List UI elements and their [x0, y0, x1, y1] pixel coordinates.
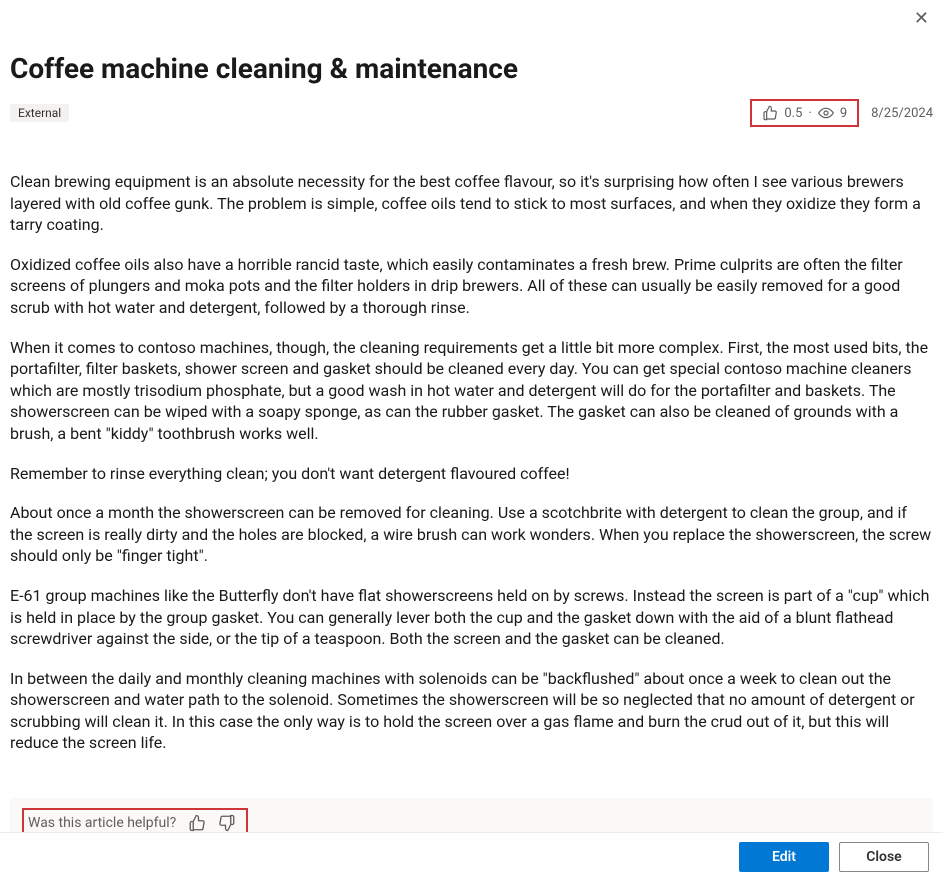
meta-row: External 0.5 · 9 8/25/2024: [10, 99, 933, 127]
like-count: 0.5: [784, 106, 802, 121]
close-button[interactable]: Close: [839, 842, 929, 872]
footer-bar: Edit Close: [0, 832, 943, 880]
paragraph: When it comes to contoso machines, thoug…: [10, 337, 933, 445]
meta-right: 0.5 · 9 8/25/2024: [750, 99, 933, 127]
paragraph: In between the daily and monthly cleanin…: [10, 668, 933, 754]
article-body: Clean brewing equipment is an absolute n…: [10, 171, 933, 754]
stats-box: 0.5 · 9: [750, 99, 859, 127]
paragraph: Oxidized coffee oils also have a horribl…: [10, 254, 933, 319]
external-badge: External: [10, 104, 69, 122]
edit-button[interactable]: Edit: [739, 842, 829, 872]
helpful-prompt: Was this article helpful?: [28, 815, 176, 831]
helpful-bar: Was this article helpful?: [10, 798, 933, 832]
thumbs-down-icon[interactable]: [218, 814, 236, 832]
eye-icon: [818, 105, 834, 121]
page-title: Coffee machine cleaning & maintenance: [10, 52, 933, 85]
like-icon: [762, 105, 778, 121]
paragraph: About once a month the showerscreen can …: [10, 502, 933, 567]
paragraph: E-61 group machines like the Butterfly d…: [10, 585, 933, 650]
view-count: 9: [840, 106, 847, 121]
paragraph: Clean brewing equipment is an absolute n…: [10, 171, 933, 236]
paragraph: Remember to rinse everything clean; you …: [10, 463, 933, 485]
article-date: 8/25/2024: [871, 106, 933, 121]
stat-separator: ·: [808, 106, 811, 121]
article-scroll[interactable]: Coffee machine cleaning & maintenance Ex…: [0, 0, 943, 832]
thumbs-up-icon[interactable]: [188, 814, 206, 832]
